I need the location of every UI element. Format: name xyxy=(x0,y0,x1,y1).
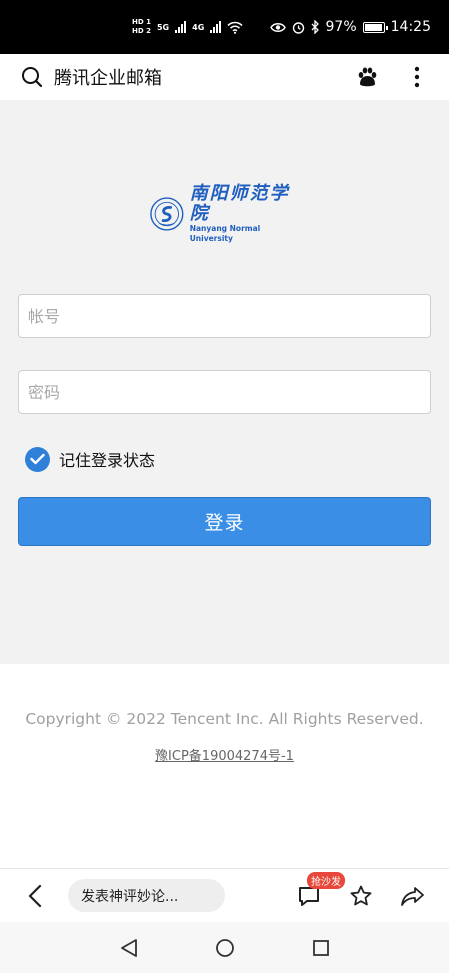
remember-checkbox[interactable] xyxy=(25,446,50,472)
back-button[interactable] xyxy=(20,881,50,911)
browser-toolbar: 发表神评妙论... 抢沙发 xyxy=(0,868,449,922)
icp-link-container: 豫ICP备19004274号-1 xyxy=(0,745,449,764)
network-4g-label: 4G xyxy=(192,22,205,32)
paw-icon xyxy=(358,67,377,87)
university-emblem-icon xyxy=(150,197,184,231)
password-input[interactable] xyxy=(18,370,431,414)
page-title: 腾讯企业邮箱 xyxy=(54,68,162,89)
network-5g-label: 5G xyxy=(156,22,170,32)
eye-icon xyxy=(269,22,286,32)
comment-input[interactable]: 发表神评妙论... xyxy=(68,879,225,912)
search-button[interactable] xyxy=(18,63,46,91)
browser-header: 腾讯企业邮箱 xyxy=(0,54,449,100)
sim-indicators: HD 1 HD 2 xyxy=(132,18,151,36)
more-button[interactable] xyxy=(403,63,431,91)
battery-fill xyxy=(364,23,383,31)
battery-icon xyxy=(362,21,388,33)
battery-percent: 97% xyxy=(325,19,357,35)
logo-english-name: Nanyang Normal University xyxy=(189,224,261,243)
alarm-icon xyxy=(292,21,304,34)
remember-label: 记住登录状态 xyxy=(59,451,156,470)
logo-chinese-name: 南阳师范学院 xyxy=(189,183,290,224)
nav-recents-button[interactable] xyxy=(309,936,333,960)
clock: 14:25 xyxy=(390,19,431,35)
account-input[interactable] xyxy=(18,294,431,338)
login-button[interactable]: 登录 xyxy=(18,497,431,546)
logo-text: 南阳师范学院 Nanyang Normal University xyxy=(190,184,302,244)
signal-bars-icon xyxy=(175,21,187,33)
nav-back-button[interactable] xyxy=(117,936,141,960)
screen: HD 1 HD 2 5G 4G 97% 14:25 腾讯企业邮箱 南阳师范学院 … xyxy=(0,0,449,973)
wifi-icon xyxy=(227,21,243,34)
system-nav-bar xyxy=(0,922,449,973)
status-bar: HD 1 HD 2 5G 4G 97% 14:25 xyxy=(0,0,449,54)
more-vertical-icon xyxy=(414,66,420,88)
comment-badge: 抢沙发 xyxy=(307,871,345,889)
share-button[interactable] xyxy=(397,880,429,912)
comment-placeholder: 发表神评妙论... xyxy=(81,888,179,905)
status-right: 97% 14:25 xyxy=(269,19,431,35)
status-left: HD 1 HD 2 5G 4G xyxy=(132,18,243,36)
back-icon xyxy=(28,884,42,907)
baidu-button[interactable] xyxy=(353,63,381,91)
share-icon xyxy=(401,886,424,906)
university-logo: 南阳师范学院 Nanyang Normal University xyxy=(150,184,302,243)
checkmark-icon xyxy=(30,453,45,465)
remember-login-toggle[interactable]: 记住登录状态 xyxy=(25,446,155,472)
copyright-text: Copyright © 2022 Tencent Inc. All Rights… xyxy=(25,710,424,728)
nav-home-button[interactable] xyxy=(213,936,237,960)
nav-recents-icon xyxy=(312,939,329,956)
search-icon xyxy=(22,67,43,88)
nav-home-icon xyxy=(215,938,234,957)
login-panel: 南阳师范学院 Nanyang Normal University 记住登录状态 … xyxy=(0,100,449,664)
sim2-label: HD 2 xyxy=(132,27,151,35)
nav-back-icon xyxy=(120,938,137,957)
sim1-label: HD 1 xyxy=(132,18,151,26)
favorite-button[interactable] xyxy=(345,880,377,912)
comment-button[interactable]: 抢沙发 xyxy=(293,871,345,912)
signal-bars-icon-2 xyxy=(210,21,222,33)
bluetooth-icon xyxy=(311,20,319,34)
star-icon xyxy=(350,885,372,905)
icp-link[interactable]: 豫ICP备19004274号-1 xyxy=(155,749,294,764)
